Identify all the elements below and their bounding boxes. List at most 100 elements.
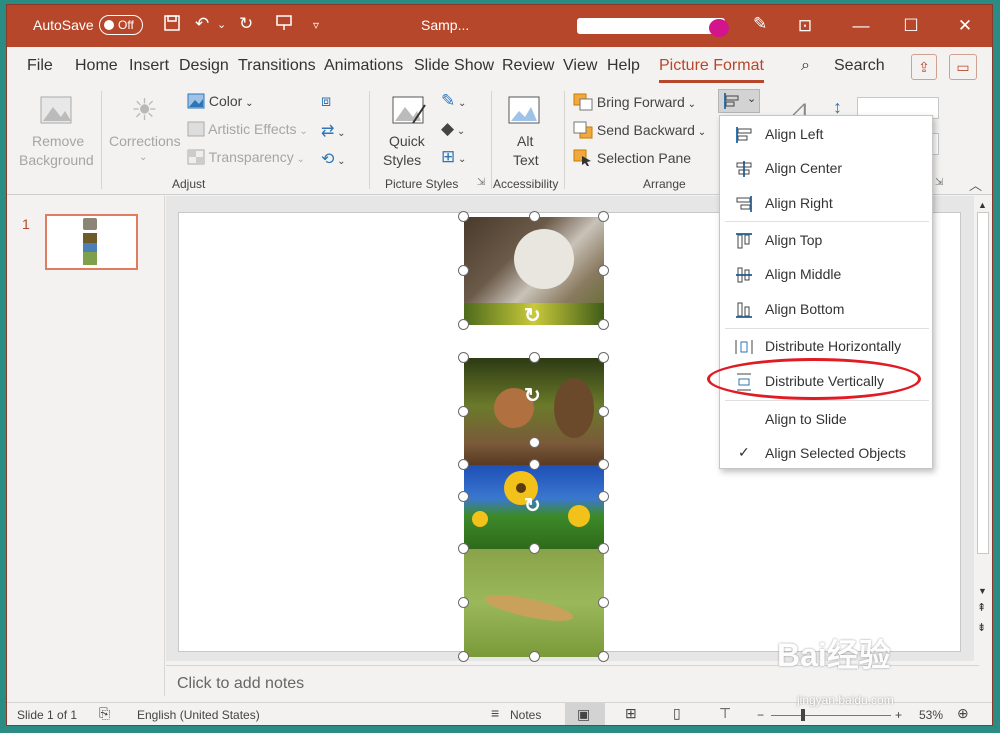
ribbon-display-icon[interactable]: ⊡ [787,11,823,41]
resize-handle[interactable] [458,265,469,276]
reset-picture-icon[interactable]: ⟲ ⌄ [321,149,346,169]
resize-handle[interactable] [529,437,540,448]
resize-handle[interactable] [458,459,469,470]
corrections-button[interactable]: ☀ Corrections ⌄ [105,91,185,171]
picture-effects-icon[interactable]: ◆ ⌄ [441,119,465,139]
save-icon[interactable] [163,14,181,37]
resize-handle[interactable] [598,319,609,330]
align-button[interactable]: ⌄ [718,89,760,113]
picture-border-icon[interactable]: ✎ ⌄ [441,91,466,111]
transparency-button[interactable]: Transparency ⌄ [187,149,305,168]
resize-handle[interactable] [529,543,540,554]
menu-item-align-right[interactable]: Align Right [720,188,932,218]
tab-review[interactable]: Review [502,57,554,75]
tab-view[interactable]: View [563,57,597,75]
bring-forward-button[interactable]: Bring Forward ⌄ [573,93,696,114]
zoom-level[interactable]: 53% [919,708,943,722]
tab-home[interactable]: Home [75,57,118,75]
redo-icon[interactable]: ↻ [239,14,253,34]
artistic-effects-button[interactable]: Artistic Effects ⌄ [187,121,308,140]
comments-button[interactable]: ▭ [949,54,977,80]
resize-handle[interactable] [598,651,609,662]
next-slide-icon[interactable]: ⇟ [977,621,986,634]
language-status[interactable]: English (United States) [137,708,260,722]
picture-layout-icon[interactable]: ⊞ ⌄ [441,147,466,167]
previous-slide-icon[interactable]: ⇞ [977,601,986,614]
accessibility-check-icon[interactable]: ⎘ [99,705,110,722]
zoom-in-icon[interactable]: + [895,708,902,722]
rotate-handle-icon[interactable]: ↻ [524,383,541,408]
slide-sorter-icon[interactable]: ⊞ [625,705,637,722]
autosave-toggle[interactable]: Off [99,15,143,35]
color-button[interactable]: Color ⌄ [187,93,254,112]
size-launcher-icon[interactable]: ⇲ [935,177,943,188]
scroll-down-icon[interactable]: ▼ [978,586,987,596]
resize-handle[interactable] [598,352,609,363]
scroll-up-icon[interactable]: ▲ [978,200,987,210]
customize-qat-icon[interactable]: ▿ [313,18,319,32]
minimize-button[interactable]: — [843,11,879,41]
fit-to-window-icon[interactable]: ⊕ [957,705,969,722]
tab-animations[interactable]: Animations [324,57,403,75]
alt-text-button[interactable]: Alt Text [495,91,555,171]
tab-insert[interactable]: Insert [129,57,169,75]
resize-handle[interactable] [458,597,469,608]
picture-squirrel[interactable] [464,358,604,465]
resize-handle[interactable] [458,543,469,554]
tab-transitions[interactable]: Transitions [238,57,316,75]
scroll-thumb[interactable] [977,212,989,554]
search-icon[interactable]: ⌕ [801,57,810,75]
slideshow-view-icon[interactable]: ⊤ [719,705,731,722]
designer-pen-icon[interactable]: ✎ [753,14,767,34]
resize-handle[interactable] [529,459,540,470]
menu-item-align-selected-objects[interactable]: ✓ Align Selected Objects [720,438,932,468]
present-icon[interactable] [275,14,293,37]
quick-styles-button[interactable]: Quick Styles [379,91,439,171]
notes-icon[interactable]: ≡ [491,705,499,721]
resize-handle[interactable] [529,211,540,222]
menu-item-align-top[interactable]: Align Top [720,225,932,255]
resize-handle[interactable] [598,597,609,608]
reading-view-icon[interactable]: ▯ [673,705,681,722]
tab-slide-show[interactable]: Slide Show [414,57,494,75]
tab-help[interactable]: Help [607,57,640,75]
resize-handle[interactable] [598,543,609,554]
change-picture-icon[interactable]: ⇄ ⌄ [321,121,346,141]
resize-handle[interactable] [598,491,609,502]
resize-handle[interactable] [529,651,540,662]
close-button[interactable]: ✕ [947,11,983,41]
collapse-ribbon-icon[interactable]: ︿ [969,175,982,194]
menu-item-align-middle[interactable]: Align Middle [720,259,932,289]
zoom-slider[interactable] [771,709,891,721]
undo-dropdown-icon[interactable]: ⌄ [217,18,226,31]
menu-item-distribute-horizontally[interactable]: Distribute Horizontally [720,331,932,361]
compress-pictures-icon[interactable]: ⧈ [321,93,331,111]
zoom-slider-thumb[interactable] [801,709,805,721]
selection-pane-button[interactable]: Selection Pane [573,149,691,170]
resize-handle[interactable] [458,406,469,417]
resize-handle[interactable] [458,352,469,363]
tab-design[interactable]: Design [179,57,229,75]
search-label[interactable]: Search [834,57,885,75]
share-button[interactable]: ⇪ [911,54,937,80]
menu-item-align-left[interactable]: Align Left [720,119,932,149]
rotate-handle-icon[interactable]: ↻ [524,303,541,328]
picture-cheetah[interactable] [464,549,604,657]
menu-item-align-center[interactable]: Align Center [720,153,932,183]
vertical-scrollbar[interactable]: ▲ ▼ ⇞ ⇟ [974,196,992,663]
resize-handle[interactable] [598,406,609,417]
resize-handle[interactable] [458,211,469,222]
resize-handle[interactable] [458,319,469,330]
zoom-out-icon[interactable]: − [757,708,764,722]
resize-handle[interactable] [458,491,469,502]
resize-handle[interactable] [458,651,469,662]
resize-handle[interactable] [529,352,540,363]
slide-thumbnail[interactable] [45,214,138,270]
tab-picture-format[interactable]: Picture Format [659,57,764,83]
undo-icon[interactable]: ↶ [195,14,209,34]
tab-file[interactable]: File [27,57,53,75]
remove-background-button[interactable]: Remove Background [17,91,97,171]
send-backward-button[interactable]: Send Backward ⌄ [573,121,706,142]
menu-item-align-to-slide[interactable]: Align to Slide [720,404,932,434]
picture-styles-launcher-icon[interactable]: ⇲ [477,177,485,188]
